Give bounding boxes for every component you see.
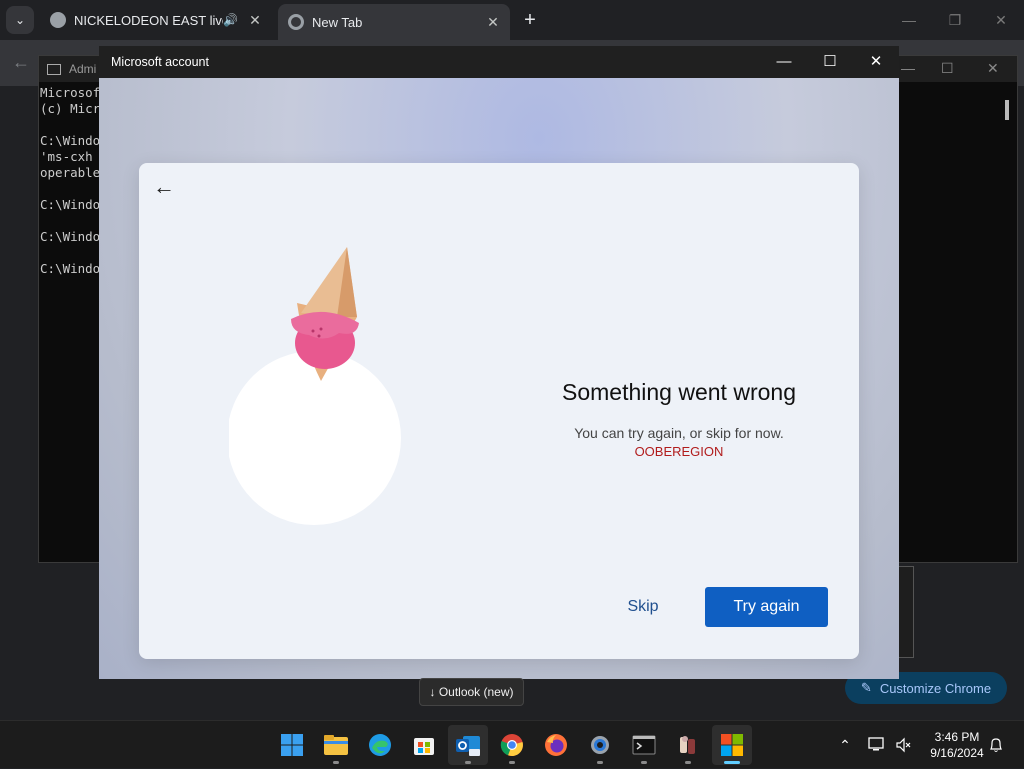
people-icon — [680, 736, 695, 754]
back-icon[interactable]: ← — [12, 52, 30, 73]
chevron-up-icon[interactable]: ⌃ — [836, 721, 854, 769]
monitor-icon — [868, 737, 884, 751]
dialog-title: Microsoft account — [111, 55, 209, 69]
edge-icon — [369, 734, 391, 756]
bell-icon — [990, 738, 1002, 752]
microsoft-account-window: Microsoft account — ☐ ✕ ← Something went… — [99, 46, 899, 679]
running-indicator — [333, 761, 339, 764]
globe-icon — [50, 12, 66, 28]
cmd-title: Admi — [69, 62, 97, 76]
back-arrow-icon[interactable]: ← — [153, 175, 177, 199]
running-indicator — [465, 761, 471, 764]
dialog-background: ← Something went wrong You can try again… — [99, 78, 899, 679]
folder-icon — [324, 735, 348, 755]
chrome-icon — [500, 734, 523, 757]
microsoft-logo-icon — [721, 734, 743, 756]
volume-off-icon — [896, 737, 911, 753]
try-again-button[interactable]: Try again — [705, 587, 828, 627]
speaker-muted-icon[interactable] — [892, 721, 914, 769]
tab-title: New Tab — [312, 14, 363, 30]
notification-bell-icon[interactable] — [986, 721, 1006, 769]
scrollbar-thumb[interactable] — [1005, 100, 1009, 120]
taskbar-tooltip: ↓ Outlook (new) — [419, 678, 524, 706]
close-tab-icon[interactable]: ✕ — [246, 11, 264, 29]
outlook-new-icon — [456, 736, 480, 756]
minimize-icon[interactable]: — — [894, 8, 924, 32]
firefox-button[interactable] — [536, 725, 576, 765]
network-icon[interactable] — [866, 721, 888, 769]
customize-label: Customize Chrome — [879, 680, 992, 696]
tab-title: NICKELODEON EAST live str — [74, 12, 223, 28]
audio-icon[interactable]: 🔊 — [223, 13, 238, 27]
pencil-icon: ✎ — [860, 680, 872, 695]
start-button[interactable] — [272, 725, 312, 765]
gear-icon — [591, 736, 609, 754]
error-card: ← Something went wrong You can try again… — [139, 163, 859, 659]
clock-time: 3:46 PM — [934, 730, 980, 744]
chrome-button[interactable] — [492, 725, 532, 765]
tab-new-tab[interactable]: New Tab ✕ — [278, 4, 510, 40]
terminal-icon — [632, 735, 656, 755]
microsoft-account-button[interactable] — [712, 725, 752, 765]
running-indicator — [641, 761, 647, 764]
maximize-icon[interactable]: ☐ — [941, 60, 954, 77]
taskbar: ⌃ 3:46 PM 9/16/2024 — [0, 720, 1024, 768]
maximize-icon[interactable]: ☐ — [807, 46, 853, 78]
windows-start-icon — [281, 734, 303, 756]
running-indicator — [685, 761, 691, 764]
terminal-button[interactable] — [624, 725, 664, 765]
close-tab-icon[interactable]: ✕ — [484, 13, 502, 31]
error-subtitle: You can try again, or skip for now. — [574, 425, 784, 441]
settings-button[interactable] — [580, 725, 620, 765]
active-indicator — [724, 761, 740, 764]
minimize-icon[interactable]: — — [761, 46, 807, 78]
cmd-icon — [47, 63, 61, 75]
people-app-button[interactable] — [668, 725, 708, 765]
restore-icon[interactable]: ❐ — [940, 8, 970, 32]
running-indicator — [509, 761, 515, 764]
outlook-new-button[interactable] — [448, 725, 488, 765]
minimize-icon[interactable]: — — [901, 60, 915, 76]
close-icon[interactable]: ✕ — [987, 60, 999, 77]
tab-nickelodeon[interactable]: NICKELODEON EAST live str 🔊 ✕ — [40, 6, 272, 34]
close-window-icon[interactable]: ✕ — [986, 8, 1016, 32]
chrome-tab-strip: ⌄ NICKELODEON EAST live str 🔊 ✕ New Tab … — [0, 0, 1024, 40]
clock-date: 9/16/2024 — [930, 746, 984, 760]
tab-search-button[interactable]: ⌄ — [6, 6, 34, 34]
running-indicator — [597, 761, 603, 764]
firefox-icon — [545, 734, 567, 756]
skip-button[interactable]: Skip — [607, 587, 679, 627]
new-tab-button[interactable]: + — [518, 8, 542, 32]
system-clock[interactable]: 3:46 PM 9/16/2024 — [920, 729, 994, 761]
chrome-icon — [288, 14, 304, 30]
close-icon[interactable]: ✕ — [853, 46, 899, 78]
error-heading: Something went wrong — [562, 379, 796, 405]
store-icon — [414, 738, 434, 755]
edge-button[interactable] — [360, 725, 400, 765]
error-code: OOBEREGION — [634, 444, 724, 459]
file-explorer-button[interactable] — [316, 725, 356, 765]
store-button[interactable] — [404, 725, 444, 765]
melted-ice-cream-illustration — [229, 247, 401, 525]
